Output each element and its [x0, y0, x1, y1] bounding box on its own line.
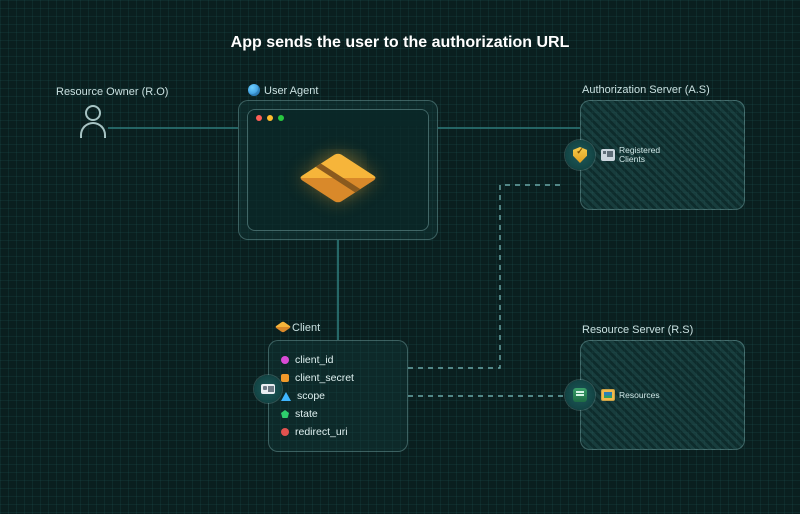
- bullet-icon: [281, 392, 291, 401]
- resource-server-label: Resource Server (R.S): [582, 324, 693, 336]
- package-icon: [309, 149, 367, 207]
- list-item: redirect_uri: [281, 423, 395, 441]
- window-min-icon: [267, 115, 273, 121]
- window-titlebar: [248, 110, 428, 126]
- id-card-icon: [254, 375, 282, 403]
- auth-server-label: Authorization Server (A.S): [582, 84, 710, 96]
- resource-server-badge: Resources: [565, 380, 665, 410]
- auth-server-badge: Registered Clients: [565, 140, 665, 170]
- browser-window: [247, 109, 429, 231]
- user-agent-label: User Agent: [248, 84, 318, 97]
- resource-icon: [601, 389, 615, 401]
- globe-icon: [248, 84, 260, 96]
- bullet-icon: [281, 410, 289, 418]
- client-label: Client: [278, 322, 320, 334]
- bullet-icon: [281, 356, 289, 364]
- list-item: client_secret: [281, 369, 395, 387]
- user-icon: [78, 105, 108, 141]
- diagram-title: App sends the user to the authorization …: [0, 34, 800, 52]
- window-close-icon: [256, 115, 262, 121]
- client-panel: client_id client_secret scope state redi…: [268, 340, 408, 452]
- list-item: scope: [281, 387, 395, 405]
- shield-icon: [573, 147, 587, 163]
- database-icon: [573, 388, 587, 402]
- list-item: state: [281, 405, 395, 423]
- resource-server-panel: Resources: [580, 340, 745, 450]
- bullet-icon: [281, 428, 289, 436]
- bullet-icon: [281, 374, 289, 382]
- list-item: client_id: [281, 351, 395, 369]
- client-params-list: client_id client_secret scope state redi…: [281, 351, 395, 441]
- package-small-icon: [275, 321, 292, 333]
- window-max-icon: [278, 115, 284, 121]
- user-agent-panel: [238, 100, 438, 240]
- resource-owner-label: Resource Owner (R.O): [56, 86, 168, 98]
- auth-server-panel: Registered Clients: [580, 100, 745, 210]
- clients-list-icon: [601, 149, 615, 161]
